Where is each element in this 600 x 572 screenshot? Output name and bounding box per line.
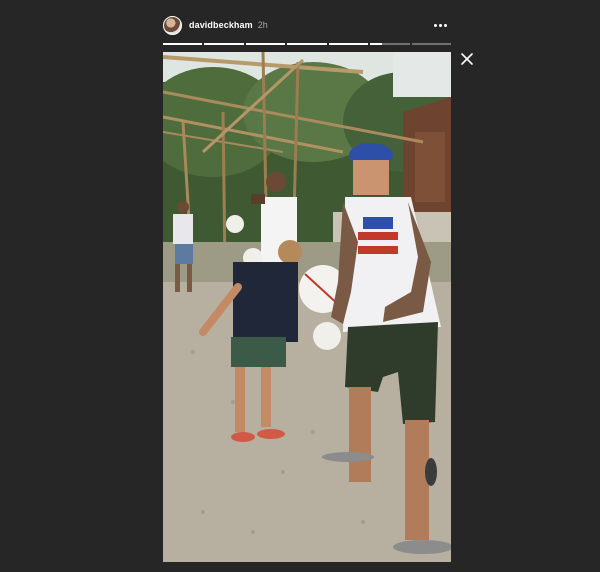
story-viewer: davidbeckham 2h (0, 0, 600, 572)
story-header: davidbeckham 2h (163, 14, 451, 36)
username[interactable]: davidbeckham (189, 20, 253, 30)
progress-segment-1 (163, 43, 203, 45)
close-button[interactable] (458, 50, 476, 68)
progress-segment-7 (411, 43, 451, 45)
progress-fill (328, 43, 369, 45)
progress-segment-2 (204, 43, 244, 45)
progress-fill (245, 43, 286, 45)
progress-fill (287, 43, 327, 45)
progress-fill (370, 43, 382, 45)
story-progress-bar (163, 43, 451, 45)
progress-segment-5 (328, 43, 369, 45)
progress-fill (204, 43, 244, 45)
progress-segment-3 (245, 43, 286, 45)
timestamp: 2h (257, 20, 268, 30)
close-icon (461, 53, 473, 65)
story-photo (163, 52, 451, 562)
story-media[interactable] (163, 52, 451, 562)
more-options-button[interactable] (430, 20, 451, 31)
avatar[interactable] (163, 15, 182, 35)
progress-segment-4 (287, 43, 327, 45)
progress-segment-6 (370, 43, 410, 45)
progress-fill (163, 43, 203, 45)
more-horizontal-icon (434, 23, 437, 27)
